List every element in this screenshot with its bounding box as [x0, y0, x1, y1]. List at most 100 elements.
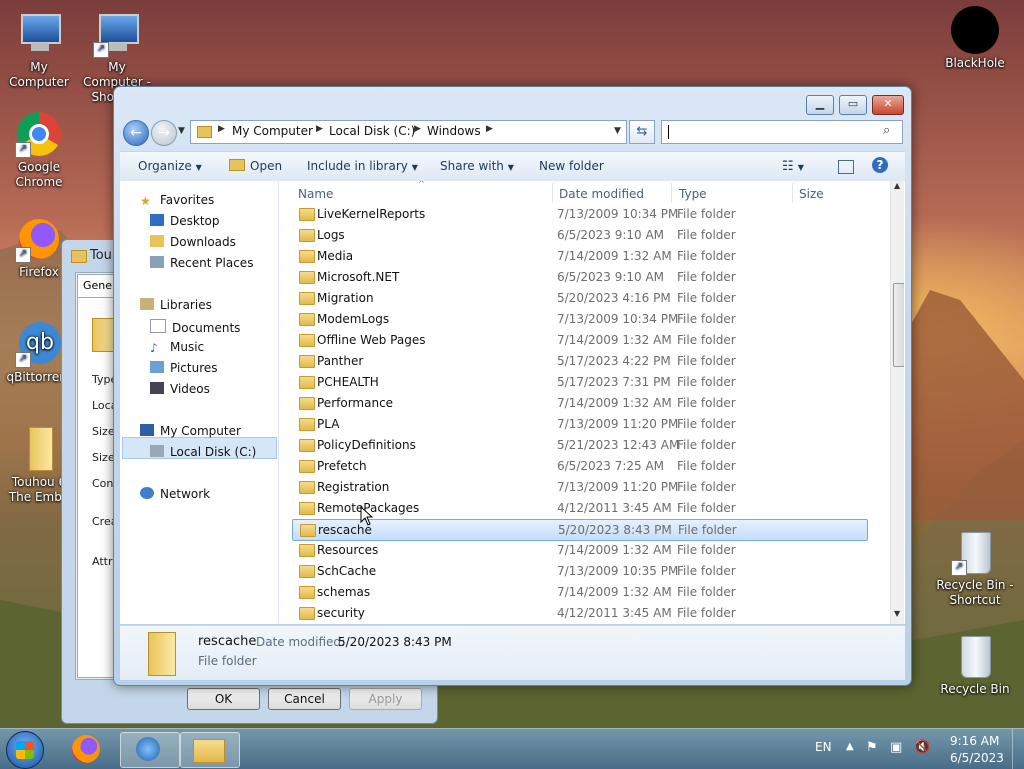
nav-my-computer[interactable]: My Computer: [140, 424, 241, 438]
network-status-icon[interactable]: ▣: [890, 740, 902, 755]
address-dropdown-icon[interactable]: ▼: [614, 126, 621, 136]
recent-pages-dropdown-icon[interactable]: ▼: [178, 126, 185, 136]
address-bar[interactable]: ▶ My Computer ▶ Local Disk (C:) ▶ Window…: [190, 120, 627, 144]
desktop-icon-recycle-bin[interactable]: Recycle Bin: [936, 632, 1014, 697]
nav-network[interactable]: Network: [140, 487, 210, 501]
file-row[interactable]: security 4/12/2011 3:45 AM File folder: [292, 603, 866, 623]
file-list[interactable]: ^ Name Date modified Type Size LiveKerne…: [280, 181, 904, 624]
column-header-size[interactable]: Size: [799, 187, 824, 201]
share-with-button[interactable]: Share with ▼: [440, 159, 514, 173]
apply-button[interactable]: Apply: [349, 688, 422, 710]
include-in-library-button[interactable]: Include in library ▼: [307, 159, 418, 173]
nav-documents[interactable]: Documents: [150, 319, 240, 335]
scrollbar-thumb[interactable]: [893, 283, 904, 367]
search-input[interactable]: ⌕: [661, 120, 903, 144]
column-header-date-modified[interactable]: Date modified: [559, 187, 644, 201]
minimize-button[interactable]: ▁: [806, 95, 834, 115]
desktop-icon-blackhole[interactable]: BlackHole: [936, 6, 1014, 71]
file-row[interactable]: Logs 6/5/2023 9:10 AM File folder: [292, 225, 866, 245]
shortcut-arrow-icon: ↗: [15, 247, 31, 263]
open-button[interactable]: Open: [229, 159, 282, 173]
breadcrumb-my-computer[interactable]: My Computer: [232, 124, 313, 138]
chevron-down-icon: ▼: [411, 163, 418, 172]
music-icon: ♪: [150, 341, 158, 355]
maximize-button[interactable]: ▭: [839, 95, 867, 115]
ok-button[interactable]: OK: [187, 688, 260, 710]
taskbar-explorer[interactable]: [180, 732, 240, 768]
help-icon[interactable]: ?: [872, 157, 888, 173]
back-button[interactable]: ←: [123, 120, 149, 146]
explorer-window[interactable]: ▁ ▭ ✕ ← → ▼ ▶ My Computer ▶ Local Disk (…: [113, 86, 912, 686]
preview-pane-icon[interactable]: [838, 160, 854, 174]
breadcrumb-local-disk[interactable]: Local Disk (C:): [329, 124, 415, 138]
pictures-icon: [150, 361, 164, 373]
file-date-modified: 7/14/2009 1:32 AM: [557, 249, 672, 263]
start-button[interactable]: [6, 731, 44, 769]
view-options-icon[interactable]: ☷ ▼: [782, 159, 804, 174]
folder-icon: [299, 334, 315, 347]
file-row[interactable]: SchCache 7/13/2009 10:35 PM File folder: [292, 561, 866, 581]
language-indicator[interactable]: EN: [815, 740, 832, 754]
file-row[interactable]: Prefetch 6/5/2023 7:25 AM File folder: [292, 456, 866, 476]
file-row[interactable]: PolicyDefinitions 5/21/2023 12:43 AM File …: [292, 435, 866, 455]
volume-muted-icon[interactable]: 🔇: [914, 740, 930, 755]
scroll-down-icon[interactable]: ▼: [894, 609, 900, 618]
nav-libraries[interactable]: Libraries: [140, 298, 212, 312]
nav-downloads[interactable]: Downloads: [150, 235, 236, 249]
file-row[interactable]: Offline Web Pages 7/14/2009 1:32 AM File f…: [292, 330, 866, 350]
file-date-modified: 7/13/2009 10:34 PM: [557, 207, 679, 221]
file-row[interactable]: LiveKernelReports 7/13/2009 10:34 PM File …: [292, 204, 866, 224]
organize-button[interactable]: Organize ▼: [138, 159, 202, 173]
downloads-folder-icon: [150, 235, 164, 247]
show-desktop-button[interactable]: [1012, 729, 1024, 769]
nav-favorites[interactable]: ★ Favorites: [140, 193, 214, 208]
desktop-icon-my-computer[interactable]: My Computer: [0, 10, 78, 90]
action-center-icon[interactable]: ⚑: [866, 740, 878, 755]
file-row[interactable]: Resources 7/14/2009 1:32 AM File folder: [292, 540, 866, 560]
refresh-button[interactable]: ⇆: [629, 120, 655, 144]
nav-recent-places[interactable]: Recent Places: [150, 256, 253, 270]
clock-time[interactable]: 9:16 AM: [950, 734, 999, 748]
file-row[interactable]: schemas 7/14/2009 1:32 AM File folder: [292, 582, 866, 602]
breadcrumb-windows[interactable]: Windows: [427, 124, 481, 138]
column-divider[interactable]: [552, 183, 553, 203]
nav-local-disk[interactable]: Local Disk (C:): [150, 445, 256, 459]
forward-button[interactable]: →: [151, 120, 177, 146]
clock-date[interactable]: 6/5/2023: [950, 751, 1004, 765]
file-row[interactable]: PCHEALTH 5/17/2023 7:31 PM File folder: [292, 372, 866, 392]
nav-desktop[interactable]: Desktop: [150, 214, 220, 228]
file-row[interactable]: RemotePackages 4/12/2011 3:45 AM File fold…: [292, 498, 866, 518]
nav-music[interactable]: ♪ Music: [150, 340, 204, 355]
file-row[interactable]: PLA 7/13/2009 11:20 PM File folder: [292, 414, 866, 434]
file-row[interactable]: Performance 7/14/2009 1:32 AM File folder: [292, 393, 866, 413]
file-row[interactable]: ModemLogs 7/13/2009 10:34 PM File folder: [292, 309, 866, 329]
file-name: ModemLogs: [317, 312, 390, 326]
nav-pictures[interactable]: Pictures: [150, 361, 218, 375]
nav-videos[interactable]: Videos: [150, 382, 210, 396]
desktop-icon-google-chrome[interactable]: ↗ Google Chrome: [0, 110, 78, 190]
cancel-button[interactable]: Cancel: [268, 688, 341, 710]
file-row[interactable]: Media 7/14/2009 1:32 AM File folder: [292, 246, 866, 266]
scroll-up-icon[interactable]: ▲: [894, 181, 900, 190]
file-row[interactable]: Migration 5/20/2023 4:16 PM File folder: [292, 288, 866, 308]
file-type: File folder: [677, 228, 736, 242]
column-header-name[interactable]: Name: [298, 187, 333, 201]
taskbar-network-app[interactable]: [120, 732, 180, 768]
file-row[interactable]: rescache 5/20/2023 8:43 PM File folder: [292, 519, 868, 541]
file-row[interactable]: Registration 7/13/2009 11:20 PM File folde…: [292, 477, 866, 497]
column-divider[interactable]: [792, 183, 793, 203]
close-button[interactable]: ✕: [872, 95, 904, 115]
sort-ascending-icon: ^: [418, 181, 425, 188]
file-row[interactable]: Panther 5/17/2023 4:22 PM File folder: [292, 351, 866, 371]
file-row[interactable]: Microsoft.NET 6/5/2023 9:10 AM File folder: [292, 267, 866, 287]
desktop-icon: [150, 214, 164, 226]
show-hidden-icons-icon[interactable]: ▲: [846, 741, 854, 752]
taskbar-firefox[interactable]: [60, 732, 118, 766]
search-icon[interactable]: ⌕: [883, 123, 890, 138]
vertical-scrollbar[interactable]: ▲ ▼: [890, 181, 904, 624]
file-name: Panther: [317, 354, 364, 368]
new-folder-button[interactable]: New folder: [539, 159, 604, 173]
column-header-type[interactable]: Type: [679, 187, 707, 201]
column-divider[interactable]: [671, 183, 672, 203]
desktop-icon-recycle-bin-shortcut[interactable]: ↗ Recycle Bin - Shortcut: [936, 528, 1014, 608]
